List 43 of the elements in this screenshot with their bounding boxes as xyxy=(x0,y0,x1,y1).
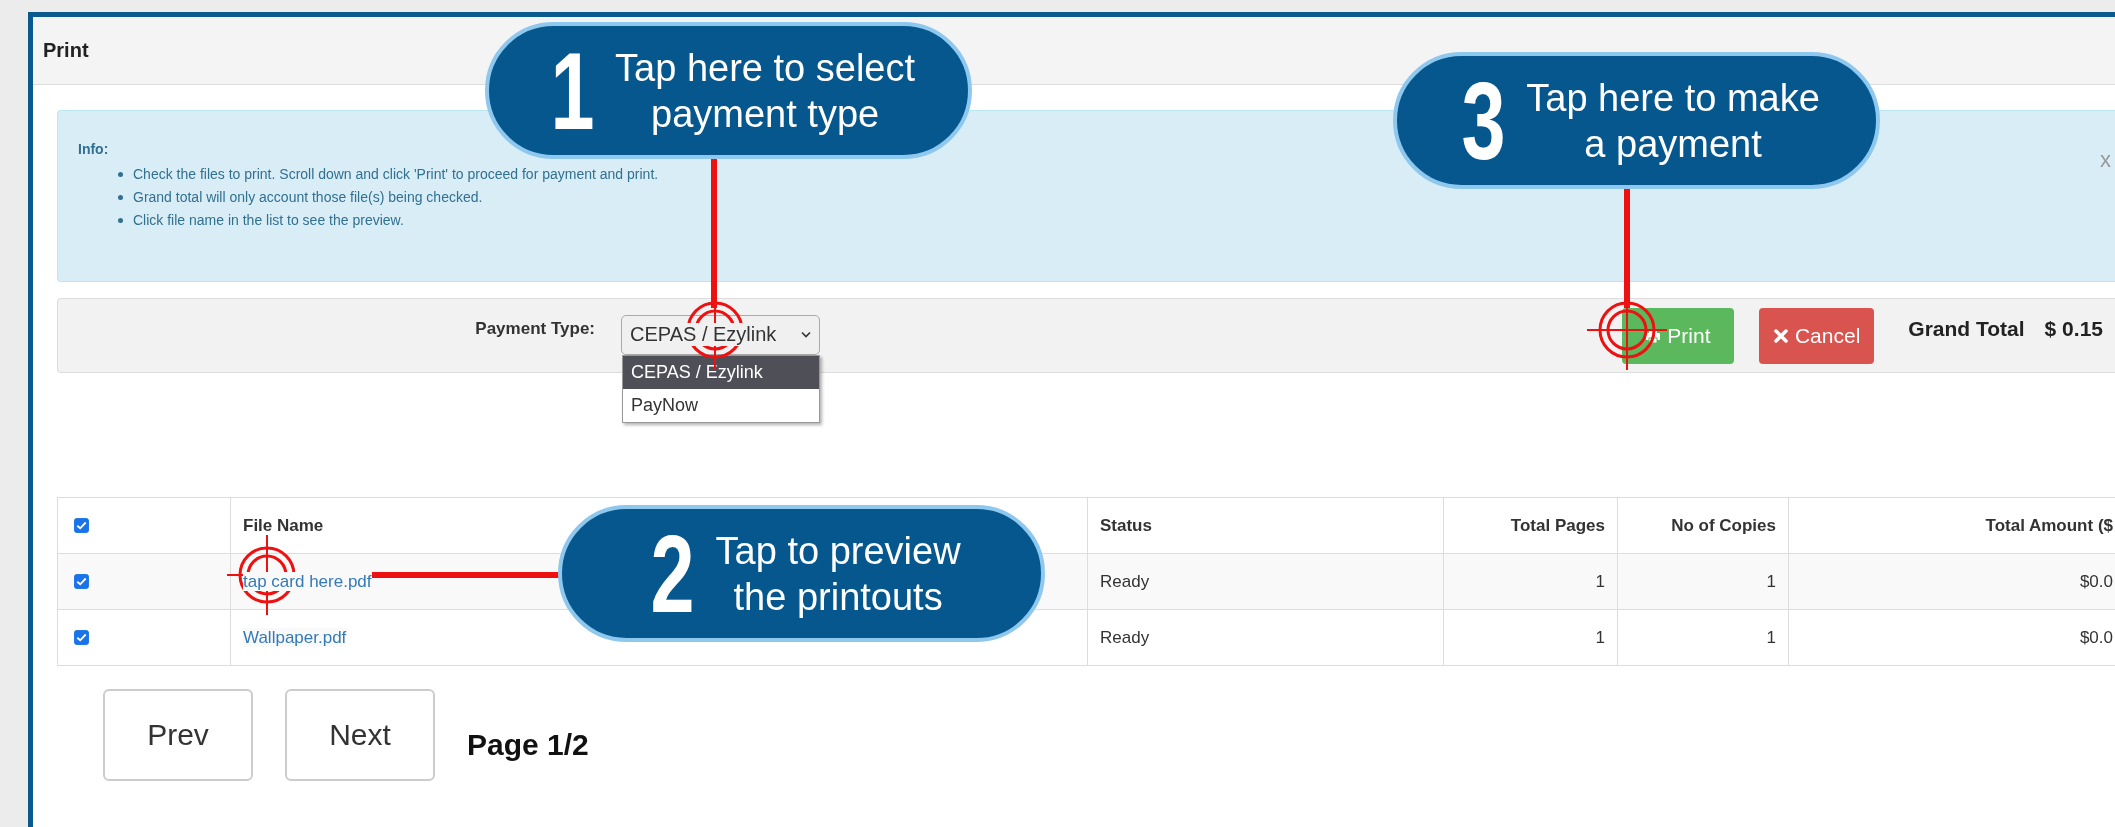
payment-type-label: Payment Type: xyxy=(474,318,595,339)
step-number: 1 xyxy=(550,35,595,146)
info-text: Check the files to print. Scroll down and click 'Print' to proceed for payment and print. xyxy=(133,166,659,182)
grand-total-value: $ 0.15 xyxy=(2044,316,2103,341)
bullet-icon xyxy=(118,171,123,177)
bullet-icon xyxy=(118,194,123,200)
panel-title: Print xyxy=(43,39,89,62)
dropdown-option[interactable]: CEPAS / Ezylink xyxy=(623,355,819,389)
table-cell: 1 xyxy=(1443,553,1618,610)
callout-text: Tap here to make xyxy=(1526,75,1820,121)
prev-button[interactable]: Prev xyxy=(103,689,253,781)
file-link[interactable]: tap card here.pdf xyxy=(243,571,372,591)
column-header: Total Amount ($ xyxy=(1788,497,2115,554)
next-button[interactable]: Next xyxy=(285,689,435,781)
info-text: Grand total will only account those file(s) being checked. xyxy=(133,189,483,205)
select-all-checkbox[interactable] xyxy=(74,518,89,533)
table-cell: 1 xyxy=(1617,609,1789,666)
page-indicator: Page 1/2 xyxy=(467,728,589,762)
table-cell: 1 xyxy=(1617,553,1789,610)
cancel-button[interactable]: Cancel xyxy=(1758,307,1875,364)
bullet-icon xyxy=(118,217,123,223)
table-cell: $0.0 xyxy=(1788,553,2115,610)
row-checkbox[interactable] xyxy=(74,630,89,645)
row-checkbox[interactable] xyxy=(74,574,89,589)
table-cell: 1 xyxy=(1443,609,1618,666)
step-number: 3 xyxy=(1461,65,1506,176)
table-cell: Ready xyxy=(1087,553,1444,610)
column-header: Status xyxy=(1087,497,1444,554)
column-header: No of Copies xyxy=(1617,497,1789,554)
info-title: Info: xyxy=(78,141,110,157)
close-icon xyxy=(1772,327,1789,344)
callout-text: a payment xyxy=(1584,121,1762,167)
chevron-down-icon xyxy=(801,331,811,338)
table-cell: Ready xyxy=(1087,609,1444,666)
payment-type-select[interactable]: CEPAS / Ezylink xyxy=(621,314,820,355)
file-link[interactable]: Wallpaper.pdf xyxy=(243,627,347,647)
callout-text: the printouts xyxy=(733,574,943,620)
dropdown-option[interactable]: PayNow xyxy=(623,388,819,422)
callout-text: Tap here to select xyxy=(615,45,916,91)
grand-total-label: Grand Total xyxy=(1908,316,2025,341)
column-header: Total Pages xyxy=(1443,497,1618,554)
info-text: Click file name in the list to see the preview. xyxy=(133,212,404,228)
callout-text: payment type xyxy=(651,91,880,137)
